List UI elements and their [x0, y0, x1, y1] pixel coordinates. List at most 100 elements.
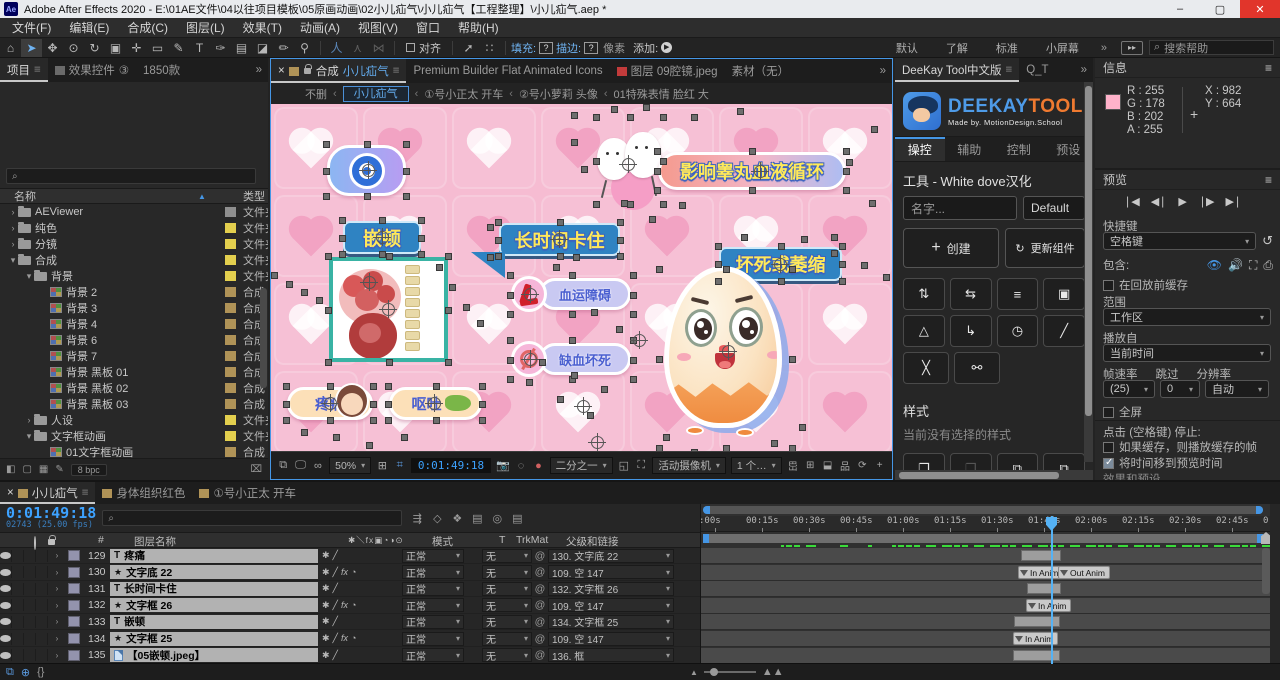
- layer-duration-bar[interactable]: [1013, 649, 1060, 661]
- overlays-include-icon[interactable]: ⛶: [1249, 258, 1257, 273]
- panel-menu-icon[interactable]: ≡: [1006, 64, 1013, 76]
- new-comp-icon[interactable]: ▦: [39, 464, 48, 475]
- selection-handle[interactable]: [630, 376, 637, 383]
- menu-合成(C)[interactable]: 合成(C): [119, 17, 176, 38]
- anchor-point-icon[interactable]: [360, 273, 378, 291]
- fast-previews-icon[interactable]: ⟳: [856, 458, 868, 474]
- timeline-tab-①号小正太 开车[interactable]: ①号小正太 开车: [192, 482, 303, 504]
- fill-control[interactable]: 填充:?: [511, 40, 556, 56]
- selection-handle[interactable]: [283, 417, 290, 424]
- menu-视图(V)[interactable]: 视图(V): [350, 17, 406, 38]
- selection-handle[interactable]: [839, 243, 846, 250]
- selection-handle[interactable]: [339, 251, 346, 258]
- mode-col[interactable]: 模式: [432, 534, 453, 549]
- timeline-graph-area[interactable]: :00s 00:15s 00:30s 00:45s 01:00s 01:15s 01:30s…: [700, 504, 1270, 665]
- selection-handle[interactable]: [370, 383, 377, 390]
- menu-帮助(H)[interactable]: 帮助(H): [450, 17, 507, 38]
- selection-handle[interactable]: [723, 266, 730, 273]
- anchor-point-icon[interactable]: [574, 397, 592, 415]
- selection-handle[interactable]: [654, 168, 661, 175]
- anchor-point-icon[interactable]: [521, 285, 539, 303]
- selection-handle[interactable]: [715, 278, 722, 285]
- camera-tool[interactable]: ▣: [105, 39, 126, 57]
- dual-monitor-icon[interactable]: 🖵: [294, 458, 306, 474]
- selection-handle[interactable]: [325, 253, 332, 260]
- resolution-dropdown[interactable]: 自动 ▾: [1205, 380, 1269, 398]
- selection-handle[interactable]: [323, 167, 330, 175]
- selection-handle[interactable]: [507, 337, 514, 344]
- next-frame-button[interactable]: ❘▶: [1198, 195, 1215, 208]
- layer-lane-130[interactable]: In Anim Out Anim: [701, 564, 1270, 581]
- selection-handle[interactable]: [749, 187, 756, 194]
- transparency-grid-icon[interactable]: ⛶: [635, 458, 647, 474]
- selection-handle[interactable]: [660, 201, 667, 208]
- views-dropdown[interactable]: 1 个… ▾: [730, 457, 782, 474]
- deekay-update-button[interactable]: ↻ 更新组件: [1005, 228, 1085, 268]
- add-control[interactable]: 添加: ▶: [633, 40, 673, 56]
- layer-duration-bar[interactable]: [1021, 550, 1061, 561]
- timeline-tab-身体组织红色[interactable]: 身体组织红色: [95, 482, 192, 504]
- selection-handle[interactable]: [749, 148, 756, 155]
- layer-lane-131[interactable]: [701, 581, 1270, 598]
- grid-icon[interactable]: ∷: [479, 39, 500, 57]
- project-item-01文字框动画[interactable]: 01文字框动画 合成: [0, 444, 268, 458]
- viewer-tab-小儿疝气[interactable]: × 合成 小儿疝气 ≡: [271, 59, 407, 83]
- project-item-背景 黑板 03[interactable]: 背景 黑板 03 合成: [0, 396, 268, 412]
- deekay-horizontal-scrollbar[interactable]: [895, 470, 1093, 480]
- selection-handle[interactable]: [327, 383, 334, 390]
- selection-handle[interactable]: [569, 311, 576, 318]
- bit-depth-button[interactable]: 8 bpc: [70, 463, 107, 476]
- cache-before-checkbox[interactable]: 在回放前缓存: [1103, 277, 1188, 293]
- anchor-point-icon[interactable]: [521, 350, 539, 368]
- framerate-dropdown[interactable]: (25) ▾: [1103, 380, 1155, 398]
- selection-handle[interactable]: [283, 400, 290, 408]
- selection-handle[interactable]: [715, 243, 722, 250]
- menu-窗口[interactable]: 窗口: [408, 17, 448, 38]
- selection-handle[interactable]: [477, 320, 484, 327]
- selection-handle[interactable]: [587, 412, 594, 419]
- timeline-timecode[interactable]: 0:01:49:18 02743 (25.00 fps): [6, 505, 96, 530]
- selection-handle[interactable]: [630, 357, 637, 364]
- selection-handle[interactable]: [741, 234, 748, 241]
- selection-handle[interactable]: [839, 261, 846, 268]
- selection-handle[interactable]: [883, 274, 890, 281]
- move-time-checkbox[interactable]: 将时间移到预览时间: [1103, 455, 1223, 471]
- reset-icon[interactable]: ↺: [1262, 233, 1273, 249]
- layer-marker[interactable]: In Anim: [1026, 598, 1072, 612]
- selection-handle[interactable]: [649, 216, 656, 223]
- zoom-dropdown[interactable]: 50% ▾: [329, 457, 372, 474]
- project-item-背景 2[interactable]: 背景 2 合成: [0, 284, 268, 300]
- menu-动画(A)[interactable]: 动画(A): [292, 17, 348, 38]
- selection-handle[interactable]: [436, 264, 443, 271]
- clone-stamp-tool[interactable]: ▤: [231, 39, 252, 57]
- selection-handle[interactable]: [801, 236, 808, 243]
- project-item-AEViewer[interactable]: ›AEViewer文件夹: [0, 204, 268, 220]
- project-item-背景 黑板 01[interactable]: 背景 黑板 01 合成: [0, 364, 268, 380]
- last-frame-button[interactable]: ▶❘: [1226, 195, 1243, 208]
- cursor-icon[interactable]: ➚: [458, 39, 479, 57]
- new-folder-icon[interactable]: ▢: [22, 464, 31, 475]
- panel-menu-icon[interactable]: ≡: [1265, 61, 1272, 75]
- list-select-icon[interactable]: ≡: [996, 278, 1039, 310]
- workspace-标准[interactable]: 标准: [982, 40, 1032, 56]
- layer-row-129[interactable]: › 129 T 疼痛 ✱ ╱ 正常 ▾ 无 ▾ @130. 文字底 22 ▾: [0, 548, 700, 564]
- puppet-pin-tool[interactable]: ⚲: [294, 39, 315, 57]
- selection-handle[interactable]: [621, 200, 628, 207]
- tab-deekay[interactable]: DeeKay Tool中文版 ≡: [895, 58, 1020, 82]
- play-button[interactable]: ▶: [1178, 195, 1187, 208]
- selection-handle[interactable]: [630, 272, 637, 279]
- workspace-默认[interactable]: 默认: [882, 40, 932, 56]
- deekay-default-dropdown[interactable]: Default: [1023, 196, 1085, 220]
- eraser-tool[interactable]: ◪: [252, 39, 273, 57]
- adjust-icon[interactable]: ✎: [55, 464, 63, 475]
- deekay-name-input[interactable]: 名字...: [903, 196, 1017, 220]
- layer-lane-129[interactable]: [701, 548, 1270, 564]
- brush-tool[interactable]: ✑: [210, 39, 231, 57]
- col-name[interactable]: 名称: [14, 188, 36, 204]
- layer-lane-134[interactable]: In Anim: [701, 631, 1270, 647]
- offset-icon[interactable]: ⇆: [949, 278, 992, 310]
- selection-handle[interactable]: [691, 449, 698, 451]
- project-item-背景 黑板 02[interactable]: 背景 黑板 02 合成: [0, 380, 268, 396]
- brackets-icon[interactable]: {}: [37, 666, 44, 678]
- anchor-point-icon[interactable]: [771, 255, 789, 273]
